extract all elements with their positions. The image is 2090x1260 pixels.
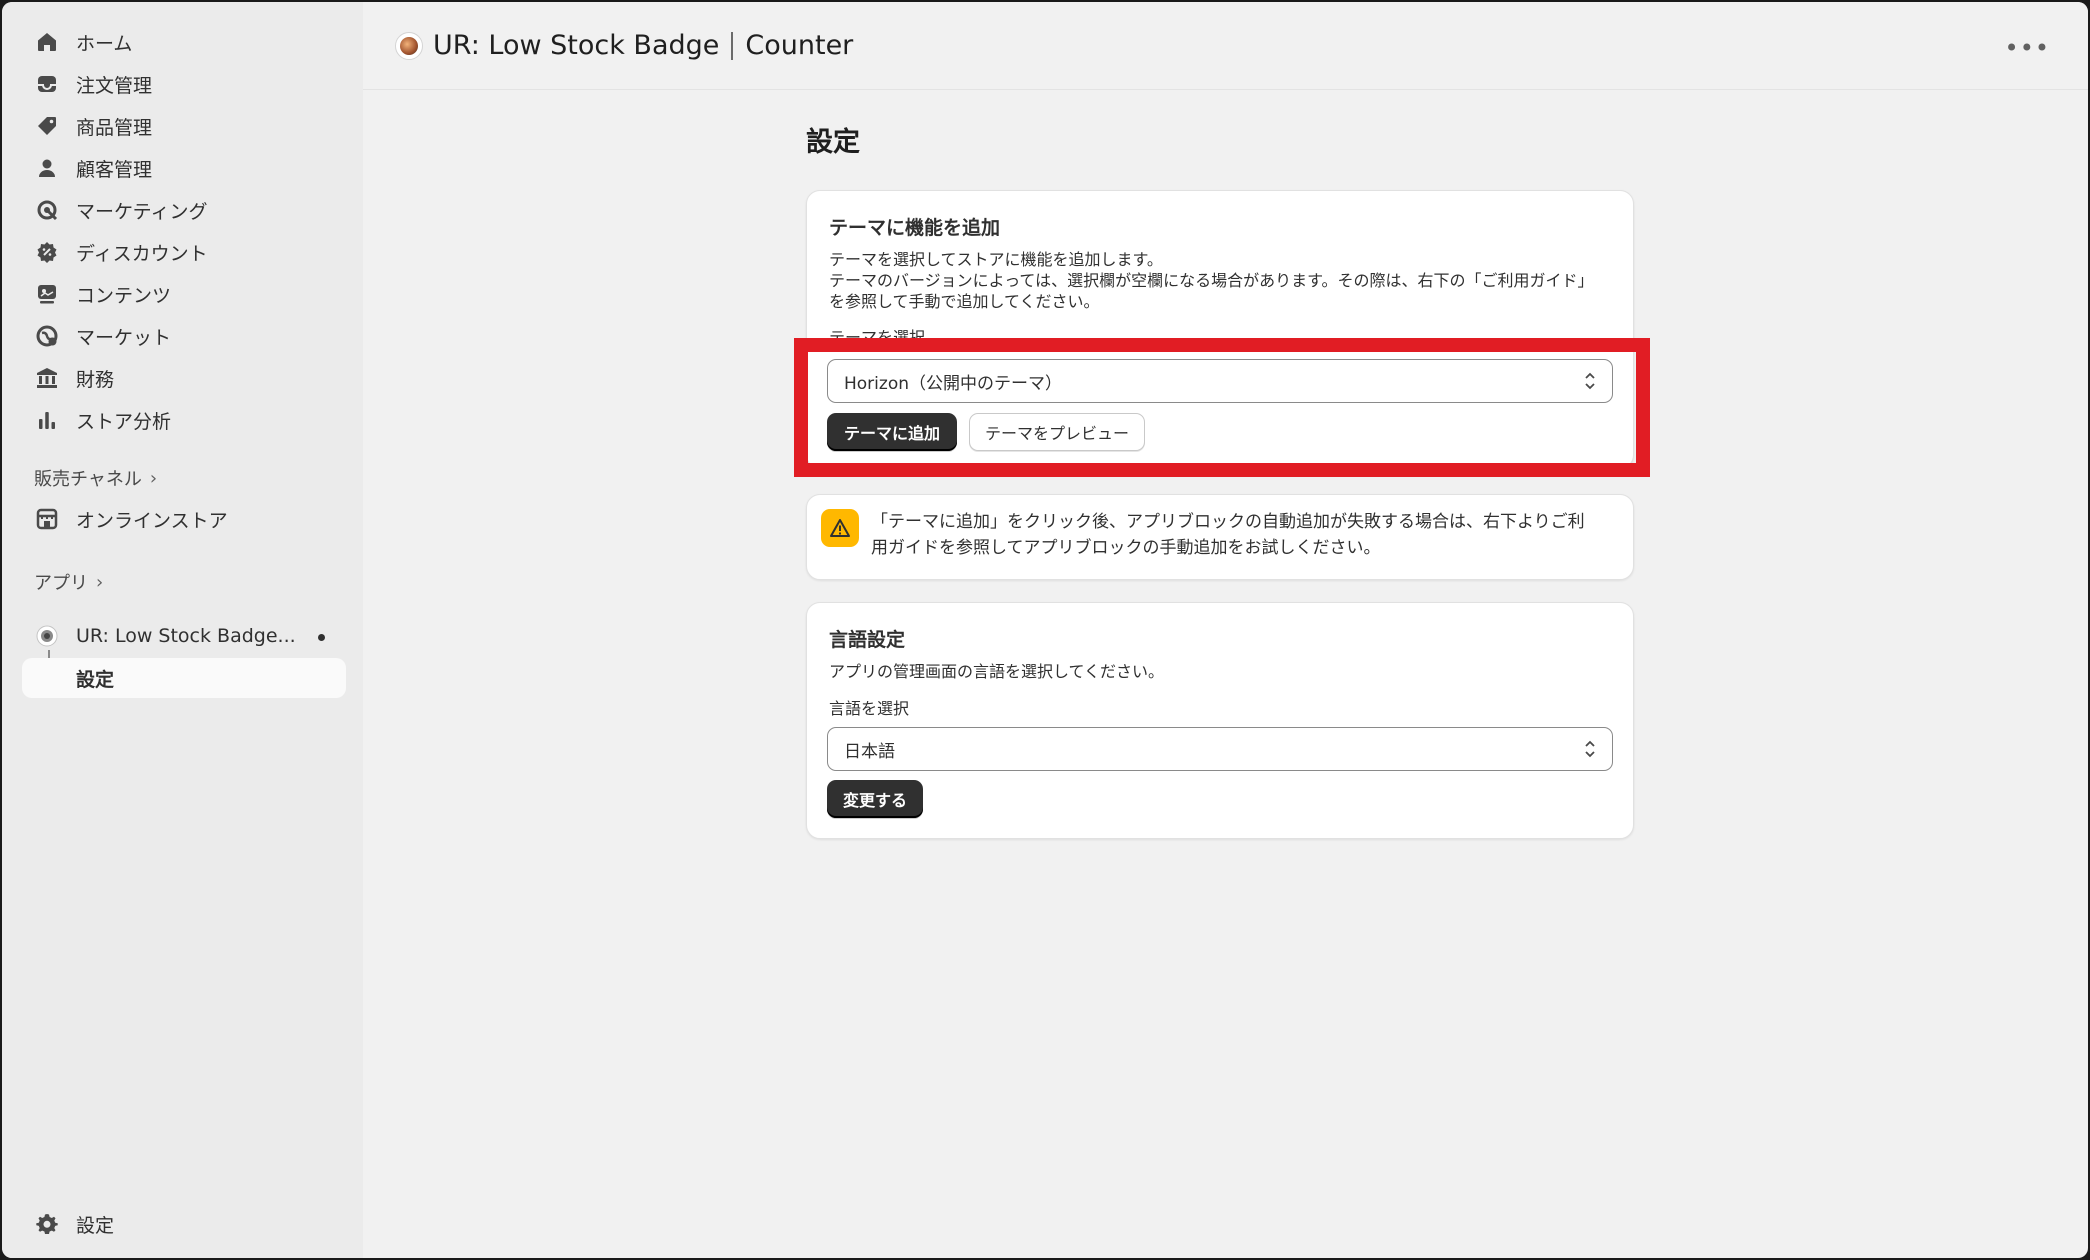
page-title: 設定 — [806, 127, 860, 158]
sidebar-item-app-settings[interactable]: 設定 — [22, 658, 346, 698]
sidebar-item-label: コンテンツ — [76, 284, 172, 307]
store-icon — [34, 506, 60, 532]
more-actions-icon[interactable]: ••• — [2005, 34, 2050, 62]
sidebar-item-online-store[interactable]: オンラインストア — [22, 499, 346, 539]
theme-card-desc-2: テーマのバージョンによっては、選択欄が空欄になる場合があります。その際は、右下の… — [829, 271, 1594, 290]
app-pin-dot — [318, 634, 325, 641]
theme-card-desc-3: を参照して手動で追加してください。 — [829, 292, 1100, 311]
change-language-button[interactable]: 変更する — [827, 780, 923, 818]
language-select-value: 日本語 — [844, 741, 895, 762]
sidebar-item-label: 設定 — [76, 1214, 115, 1237]
sidebar-item-orders[interactable]: 注文管理 — [22, 64, 346, 104]
warning-line-2: 用ガイドを参照してアプリブロックの手動追加をお試しください。 — [871, 538, 1381, 558]
sidebar-item-customers[interactable]: 顧客管理 — [22, 148, 346, 188]
theme-select-label: テーマを選択 — [829, 328, 926, 339]
app-frame: ホーム 注文管理 商品管理 顧客管理 マーケティング ディスカウント コンテンツ — [2, 2, 2088, 1258]
warning-line-1: 「テーマに追加」をクリック後、アプリブロックの自動追加が失敗する場合は、右下より… — [871, 512, 1585, 532]
warning-banner: 「テーマに追加」をクリック後、アプリブロックの自動追加が失敗する場合は、右下より… — [806, 494, 1634, 580]
sidebar-item-settings[interactable]: 設定 — [22, 1204, 346, 1244]
sidebar-item-products[interactable]: 商品管理 — [22, 106, 346, 146]
sidebar-item-finance[interactable]: 財務 — [22, 358, 346, 398]
warning-icon — [821, 509, 859, 547]
sidebar-item-label: 顧客管理 — [76, 158, 153, 181]
sidebar-item-label: 財務 — [76, 368, 115, 391]
gear-icon — [34, 1211, 60, 1237]
apps-label: アプリ — [34, 573, 88, 594]
sidebar-item-content[interactable]: コンテンツ — [22, 274, 346, 314]
sidebar-item-discounts[interactable]: ディスカウント — [22, 232, 346, 272]
app-subtitle: Counter — [745, 30, 854, 61]
title-divider — [731, 31, 734, 60]
content-icon — [34, 281, 60, 307]
globe-icon — [34, 323, 60, 349]
tag-icon — [34, 113, 60, 139]
sidebar-item-label: マーケット — [76, 326, 172, 349]
sidebar-item-label: ディスカウント — [76, 242, 208, 265]
sidebar-item-app[interactable]: UR: Low Stock Badge... — [22, 616, 346, 656]
warning-text: 「テーマに追加」をクリック後、アプリブロックの自動追加が失敗する場合は、右下より… — [871, 509, 1617, 561]
theme-card-title: テーマに機能を追加 — [829, 217, 1001, 239]
sidebar-item-marketing[interactable]: マーケティング — [22, 190, 346, 230]
chart-icon — [34, 407, 60, 433]
language-card-title: 言語設定 — [829, 629, 906, 651]
select-chevron-icon — [1585, 372, 1595, 390]
target-icon — [34, 197, 60, 223]
home-icon — [34, 29, 60, 55]
theme-card-desc-1: テーマを選択してストアに機能を追加します。 — [829, 250, 1163, 269]
sidebar-item-label: ストア分析 — [76, 410, 172, 433]
language-card-desc: アプリの管理画面の言語を選択してください。 — [829, 662, 1165, 681]
theme-select[interactable]: Horizon（公開中のテーマ） — [827, 359, 1613, 403]
bank-icon — [34, 365, 60, 391]
sidebar-item-label: マーケティング — [76, 200, 208, 223]
select-chevron-icon — [1585, 740, 1595, 758]
sales-channels-label: 販売チャネル — [34, 469, 142, 490]
add-to-theme-button[interactable]: テーマに追加 — [827, 413, 957, 451]
app-logo — [395, 31, 423, 60]
sidebar-item-label: ホーム — [76, 32, 133, 55]
language-select[interactable]: 日本語 — [827, 727, 1613, 771]
sales-channels-heading[interactable]: 販売チャネル › — [34, 465, 157, 491]
chevron-right-icon: › — [96, 571, 104, 593]
app-name-label: UR: Low Stock Badge... — [76, 625, 296, 647]
sidebar-item-home[interactable]: ホーム — [22, 22, 346, 62]
discount-icon — [34, 239, 60, 265]
sidebar-item-label: オンラインストア — [76, 509, 228, 532]
chevron-right-icon: › — [149, 467, 158, 489]
apps-heading[interactable]: アプリ › — [34, 569, 103, 595]
sidebar-item-label: 注文管理 — [76, 74, 153, 97]
sidebar-item-label: 設定 — [76, 668, 115, 691]
preview-theme-button[interactable]: テーマをプレビュー — [969, 413, 1145, 451]
sidebar: ホーム 注文管理 商品管理 顧客管理 マーケティング ディスカウント コンテンツ — [2, 2, 363, 1258]
sidebar-item-analytics[interactable]: ストア分析 — [22, 400, 346, 440]
theme-card: テーマに機能を追加 テーマを選択してストアに機能を追加します。 テーマのバージョ… — [806, 190, 1634, 469]
app-header: UR: Low Stock Badge Counter ••• — [363, 2, 2088, 90]
sidebar-item-markets[interactable]: マーケット — [22, 316, 346, 356]
language-select-label: 言語を選択 — [829, 699, 910, 718]
inbox-icon — [34, 71, 60, 97]
app-logo-icon — [34, 623, 60, 649]
person-icon — [34, 155, 60, 181]
language-card: 言語設定 アプリの管理画面の言語を選択してください。 言語を選択 日本語 変更す… — [806, 602, 1634, 839]
sidebar-item-label: 商品管理 — [76, 116, 153, 139]
theme-select-value: Horizon（公開中のテーマ） — [844, 373, 1062, 394]
app-logo-mark — [400, 36, 418, 55]
app-title: UR: Low Stock Badge — [433, 30, 720, 61]
